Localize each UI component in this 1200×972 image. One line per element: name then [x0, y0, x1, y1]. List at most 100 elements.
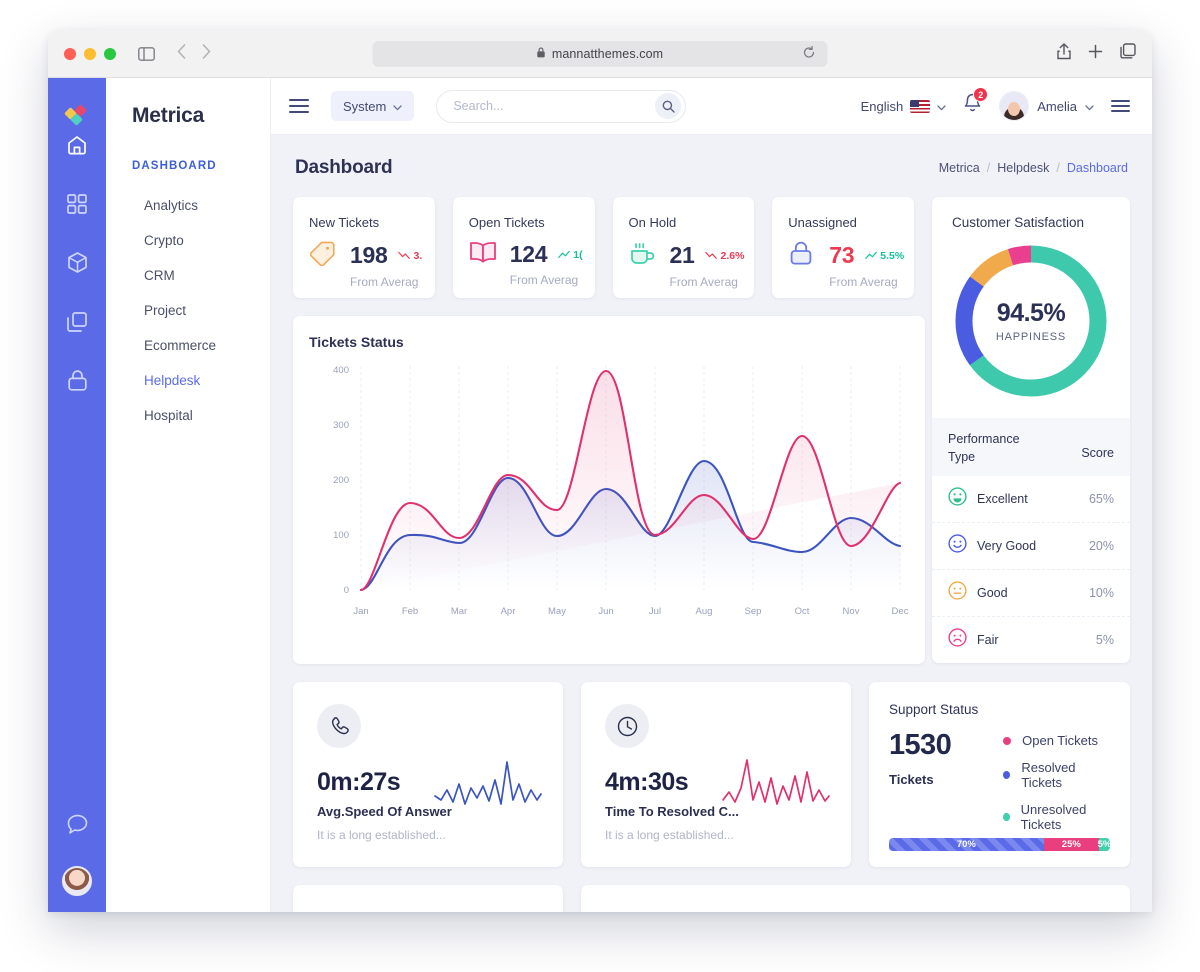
page-header: Dashboard Metrica / Helpdesk / Dashboard [293, 135, 1130, 197]
us-flag-icon [910, 99, 931, 113]
svg-text:Jun: Jun [598, 606, 613, 617]
support-progress-bar: 70% 25% 5% [889, 838, 1110, 851]
sidebar-menu: Metrica DASHBOARD Analytics Crypto CRM P… [106, 78, 271, 912]
maximize-window-button[interactable] [104, 47, 116, 60]
svg-text:Jul: Jul [649, 606, 661, 617]
dashboard-page: Dashboard Metrica / Helpdesk / Dashboard [271, 135, 1152, 912]
support-total-label: Tickets [889, 772, 934, 787]
stat-value: 21 [669, 242, 695, 268]
svg-text:Mar: Mar [451, 606, 467, 617]
performance-row-very-good: Very Good 20% [932, 523, 1130, 571]
window-controls[interactable] [64, 47, 116, 60]
forward-icon[interactable] [202, 43, 211, 64]
legend-label: Open Tickets [1022, 733, 1098, 748]
sidebar-item-project[interactable]: Project [106, 293, 270, 328]
rail-item-security[interactable] [60, 366, 94, 400]
app-logo-icon[interactable] [63, 102, 91, 130]
stat-delta: 2.6% [705, 250, 744, 262]
brand-title: Metrica [132, 104, 205, 127]
breadcrumb-helpdesk[interactable]: Helpdesk [997, 161, 1049, 175]
phone-icon [317, 704, 361, 748]
rail-avatar[interactable] [62, 866, 92, 896]
sidebar-item-hospital[interactable]: Hospital [106, 398, 270, 433]
rail-item-layers[interactable] [60, 307, 94, 341]
browser-toolbar-right[interactable] [1057, 42, 1136, 65]
browser-nav-arrows[interactable] [177, 43, 211, 64]
svg-text:Oct: Oct [795, 606, 810, 617]
book-icon [469, 240, 499, 269]
stat-delta-value: 2.6% [720, 249, 745, 262]
reload-icon[interactable] [803, 45, 816, 62]
legend-label: Unresolved Tickets [1020, 802, 1087, 832]
stat-cards: New Tickets 198 3. From Averag Open Tick… [293, 197, 914, 298]
right-menu-icon[interactable] [1111, 100, 1130, 112]
stat-subtitle: From Averag [350, 275, 419, 289]
stat-card-new-tickets: New Tickets 198 3. From Averag [293, 197, 435, 298]
neutral-face-icon [948, 581, 967, 605]
legend-dot-unresolved [1003, 813, 1010, 821]
metric-card-avg-speed: 0m:27s Avg.Speed Of Answer It is a long … [293, 682, 563, 867]
metric-note: It is a long established... [605, 828, 734, 842]
legend-label: Resolved Tickets [1021, 760, 1076, 790]
search-input[interactable] [453, 99, 656, 113]
minimize-window-button[interactable] [84, 47, 96, 60]
sidebar-item-helpdesk[interactable]: Helpdesk [106, 363, 270, 398]
performance-score: 5% [1095, 633, 1114, 648]
sparkline-avg-speed [433, 756, 543, 813]
breadcrumb-metrica[interactable]: Metrica [939, 161, 980, 175]
performance-score: 20% [1088, 539, 1114, 554]
tabs-overview-icon[interactable] [1120, 43, 1136, 64]
svg-text:May: May [548, 606, 566, 617]
stat-subtitle: From Averag [669, 275, 738, 289]
sidebar-item-crypto[interactable]: Crypto [106, 223, 270, 258]
new-tab-icon[interactable] [1088, 44, 1103, 64]
stat-delta-value: 5.5% [880, 249, 905, 262]
breadcrumb: Metrica / Helpdesk / Dashboard [939, 161, 1128, 175]
support-total: 1530 [889, 729, 952, 761]
support-total-block: 1530 Tickets [889, 729, 952, 832]
user-menu[interactable]: Amelia [999, 91, 1094, 121]
page-title: Dashboard [295, 157, 393, 178]
back-icon[interactable] [177, 43, 186, 64]
rail-item-packages[interactable] [60, 248, 94, 282]
sad-face-icon [948, 628, 967, 652]
notifications-button[interactable]: 2 [963, 87, 989, 119]
system-dropdown[interactable]: System [331, 91, 415, 121]
performance-score: 10% [1088, 586, 1114, 601]
satisfaction-title: Customer Satisfaction [952, 215, 1085, 230]
rail-item-home[interactable] [60, 130, 94, 164]
breadcrumb-dashboard: Dashboard [1066, 161, 1128, 175]
search-box[interactable] [436, 89, 687, 123]
rail-item-apps[interactable] [60, 189, 94, 223]
stat-subtitle: From Averag [509, 273, 579, 287]
home-icon [66, 134, 88, 161]
sidebar-item-crm[interactable]: CRM [106, 258, 270, 293]
tag-icon [309, 240, 339, 271]
performance-name: Excellent [977, 492, 1028, 507]
language-selector[interactable]: English [861, 99, 947, 114]
address-bar[interactable]: mannatthemes.com [372, 40, 828, 67]
satisfaction-percent: 94.5% [996, 299, 1066, 327]
stat-title: Open Tickets [468, 215, 545, 230]
close-window-button[interactable] [64, 47, 76, 60]
breadcrumb-separator: / [1056, 161, 1060, 175]
stat-delta-value: 1( [573, 248, 583, 261]
performance-row-excellent: Excellent 65% [932, 476, 1130, 524]
language-label: English [860, 98, 904, 114]
rail-bottom [60, 810, 94, 912]
menu-toggle-icon[interactable] [289, 99, 309, 113]
performance-row-good: Good 10% [932, 570, 1130, 618]
sidebar-item-analytics[interactable]: Analytics [106, 188, 270, 223]
rail-item-chat[interactable] [60, 810, 94, 844]
sidebar-toggle-icon[interactable] [138, 46, 155, 61]
support-status-title: Support Status [889, 702, 979, 717]
search-icon[interactable] [655, 93, 682, 119]
bottom-grid: 0m:27s Avg.Speed Of Answer It is a long … [293, 682, 1130, 867]
performance-name: Very Good [977, 539, 1037, 554]
satisfaction-label: HAPPINESS [995, 331, 1067, 343]
support-status-card: Support Status 1530 Tickets Open Tickets [869, 682, 1130, 867]
stat-value: 124 [509, 241, 548, 267]
sidebar-item-ecommerce[interactable]: Ecommerce [106, 328, 270, 363]
share-icon[interactable] [1057, 42, 1071, 65]
chart-title: Tickets Status [309, 334, 404, 350]
